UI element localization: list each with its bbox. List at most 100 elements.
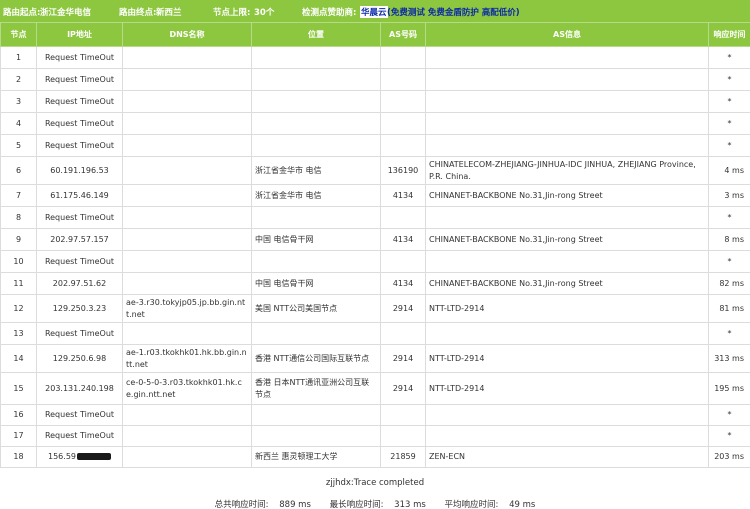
dns-cell: [122, 184, 252, 207]
as-info-cell: [425, 404, 709, 426]
table-row: 16 Request TimeOut *: [0, 404, 750, 426]
as-info-cell: CHINANET-BACKBONE No.31,Jin-rong Street: [425, 272, 709, 295]
as-number-cell: 2914: [380, 294, 426, 323]
hop-cell: 1: [0, 46, 37, 69]
hop-cell: 13: [0, 322, 37, 345]
ip-cell: 202.97.57.157: [36, 228, 123, 251]
ip-cell: Request TimeOut: [36, 322, 123, 345]
ip-cell: 202.97.51.62: [36, 272, 123, 295]
response-time-cell: *: [708, 206, 750, 229]
col-header-asinfo: AS信息: [425, 22, 709, 47]
as-number-cell: 2914: [380, 344, 426, 373]
table-row: 1 Request TimeOut *: [0, 46, 750, 69]
response-time-cell: 81 ms: [708, 294, 750, 323]
as-number-cell: 21859: [380, 446, 426, 468]
as-number-cell: 4134: [380, 272, 426, 295]
as-info-cell: [425, 46, 709, 69]
as-number-cell: 4134: [380, 184, 426, 207]
ip-cell: 156.59: [36, 446, 123, 468]
origin-label: 路由起点:: [3, 8, 41, 18]
table-row: 12 129.250.3.23 ae-3.r30.tokyjp05.jp.bb.gi…: [0, 294, 750, 323]
location-cell: 浙江省金华市 电信: [251, 156, 381, 185]
response-time-cell: *: [708, 322, 750, 345]
table-row: 8 Request TimeOut *: [0, 206, 750, 229]
table-row: 10 Request TimeOut *: [0, 250, 750, 273]
ip-cell: Request TimeOut: [36, 68, 123, 91]
location-cell: [251, 134, 381, 157]
response-time-cell: 203 ms: [708, 446, 750, 468]
table-header-row: 节点 IP地址 DNS名称 位置 AS号码 AS信息 响应时间: [0, 22, 750, 47]
hop-cell: 2: [0, 68, 37, 91]
location-cell: [251, 404, 381, 426]
location-cell: 浙江省金华市 电信: [251, 184, 381, 207]
sponsor-offer-link[interactable]: (免费测试 免费金盾防护 高配低价): [387, 6, 520, 18]
as-number-cell: 2914: [380, 372, 426, 405]
response-time-cell: *: [708, 112, 750, 135]
ip-cell: 129.250.3.23: [36, 294, 123, 323]
response-time-cell: *: [708, 134, 750, 157]
location-cell: [251, 425, 381, 447]
response-time-cell: 3 ms: [708, 184, 750, 207]
response-time-cell: *: [708, 425, 750, 447]
dns-cell: [122, 46, 252, 69]
location-cell: [251, 206, 381, 229]
table-row: 2 Request TimeOut *: [0, 68, 750, 91]
as-info-cell: NTT-LTD-2914: [425, 294, 709, 323]
hop-cell: 4: [0, 112, 37, 135]
location-cell: 美国 NTT公司美国节点: [251, 294, 381, 323]
traceroute-table: 节点 IP地址 DNS名称 位置 AS号码 AS信息 响应时间 1 Request…: [0, 22, 750, 468]
response-time-cell: 195 ms: [708, 372, 750, 405]
as-info-cell: [425, 250, 709, 273]
max-time-label: 最长响应时间:: [329, 500, 384, 509]
as-number-cell: [380, 404, 426, 426]
as-number-cell: [380, 134, 426, 157]
dns-cell: ae-3.r30.tokyjp05.jp.bb.gin.ntt.net: [122, 294, 252, 323]
hop-cell: 5: [0, 134, 37, 157]
as-info-cell: NTT-LTD-2914: [425, 372, 709, 405]
ip-cell: Request TimeOut: [36, 112, 123, 135]
sponsor-name-link[interactable]: 华晨云: [360, 6, 388, 18]
as-info-cell: ZEN-ECN: [425, 446, 709, 468]
dest-value: 新西兰: [156, 8, 182, 18]
dns-cell: [122, 90, 252, 113]
redaction-mark: [77, 453, 111, 460]
hop-cell: 16: [0, 404, 37, 426]
table-row: 6 60.191.196.53 浙江省金华市 电信 136190 CHINATELECO…: [0, 156, 750, 185]
table-row: 11 202.97.51.62 中国 电信骨干网 4134 CHINANET-BACKB…: [0, 272, 750, 295]
as-info-cell: CHINANET-BACKBONE No.31,Jin-rong Street: [425, 184, 709, 207]
dns-cell: [122, 322, 252, 345]
as-number-cell: [380, 250, 426, 273]
dns-cell: [122, 228, 252, 251]
as-number-cell: [380, 46, 426, 69]
col-header-dns: DNS名称: [122, 22, 252, 47]
table-row: 7 61.175.46.149 浙江省金华市 电信 4134 CHINANET-BACK…: [0, 184, 750, 207]
location-cell: 中国 电信骨干网: [251, 228, 381, 251]
hop-cell: 6: [0, 156, 37, 185]
table-row: 18 156.59 新西兰 惠灵顿理工大学 21859 ZEN-ECN 203 ms: [0, 446, 750, 468]
response-time-cell: *: [708, 68, 750, 91]
max-time-value: 313 ms: [394, 500, 426, 509]
table-row: 5 Request TimeOut *: [0, 134, 750, 157]
response-time-cell: *: [708, 46, 750, 69]
response-time-cell: *: [708, 404, 750, 426]
hop-cell: 14: [0, 344, 37, 373]
ip-cell: 60.191.196.53: [36, 156, 123, 185]
avg-time-value: 49 ms: [509, 500, 536, 509]
table-row: 9 202.97.57.157 中国 电信骨干网 4134 CHINANET-BACKB…: [0, 228, 750, 251]
location-cell: [251, 250, 381, 273]
nodes-value: 30个: [254, 8, 275, 18]
hop-cell: 9: [0, 228, 37, 251]
table-row: 3 Request TimeOut *: [0, 90, 750, 113]
as-number-cell: [380, 112, 426, 135]
as-info-cell: [425, 134, 709, 157]
dns-cell: [122, 425, 252, 447]
hop-cell: 11: [0, 272, 37, 295]
ip-cell: Request TimeOut: [36, 90, 123, 113]
location-cell: [251, 68, 381, 91]
dest-label: 路由终点:: [119, 8, 157, 18]
response-time-cell: 4 ms: [708, 156, 750, 185]
location-cell: 香港 日本NTT通讯亚洲公司互联节点: [251, 372, 381, 405]
dns-cell: [122, 272, 252, 295]
response-time-summary: 总共响应时间: 889 ms 最长响应时间: 313 ms 平均响应时间: 49…: [0, 498, 750, 509]
nodes-label: 节点上限:: [213, 8, 251, 18]
